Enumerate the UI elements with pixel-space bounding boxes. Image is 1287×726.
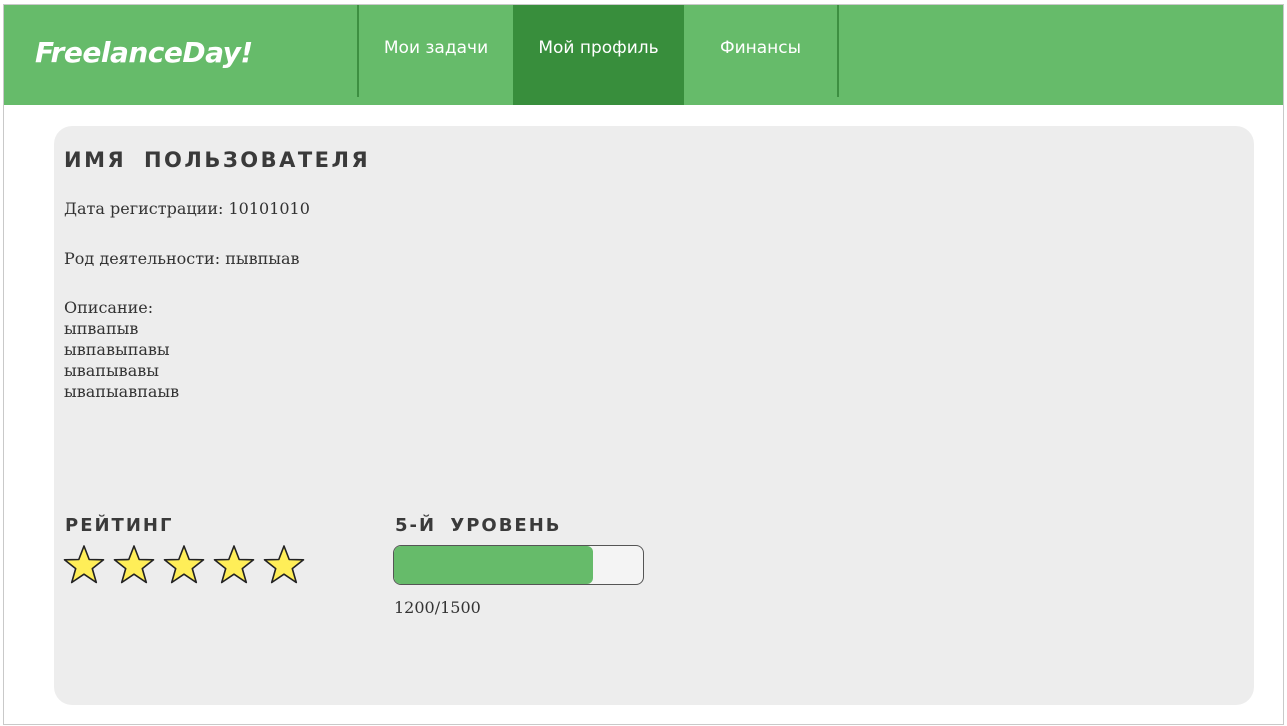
description: Описание: ыпвапыв ывпавыпавы ывапывавы ы… (64, 297, 179, 402)
star-icon (163, 545, 205, 584)
description-line: ывапывавы (64, 361, 159, 380)
star-icon (213, 545, 255, 584)
nav-my-tasks[interactable]: Мои задачи (359, 5, 513, 105)
registration-date: Дата регистрации: 10101010 (64, 199, 310, 218)
level-progress-bar (393, 545, 644, 585)
username-title: ИМЯ ПОЛЬЗОВАТЕЛЯ (64, 148, 371, 172)
star-icon (113, 545, 155, 584)
description-line: ывпавыпавы (64, 340, 170, 359)
nav-divider (837, 5, 839, 97)
description-line: ывапыавпаыв (64, 382, 180, 401)
level-progress-text: 1200/1500 (394, 598, 481, 617)
top-navbar: FreelanceDay! Мои задачи Мой профиль Фин… (4, 5, 1283, 105)
rating-label: РЕЙТИНГ (65, 515, 174, 536)
occupation: Род деятельности: пывпыав (64, 249, 300, 268)
profile-card: ИМЯ ПОЛЬЗОВАТЕЛЯ Дата регистрации: 10101… (54, 126, 1254, 705)
star-icon (263, 545, 305, 584)
logo[interactable]: FreelanceDay! (35, 36, 253, 69)
description-line: ыпвапыв (64, 319, 139, 338)
nav-finances[interactable]: Финансы (684, 5, 837, 105)
level-progress-fill (394, 546, 594, 584)
rating-stars (63, 544, 305, 586)
nav-my-profile[interactable]: Мой профиль (513, 5, 684, 105)
star-icon (63, 545, 105, 584)
description-label: Описание: (64, 298, 154, 317)
level-label: 5-Й УРОВЕНЬ (395, 515, 562, 536)
